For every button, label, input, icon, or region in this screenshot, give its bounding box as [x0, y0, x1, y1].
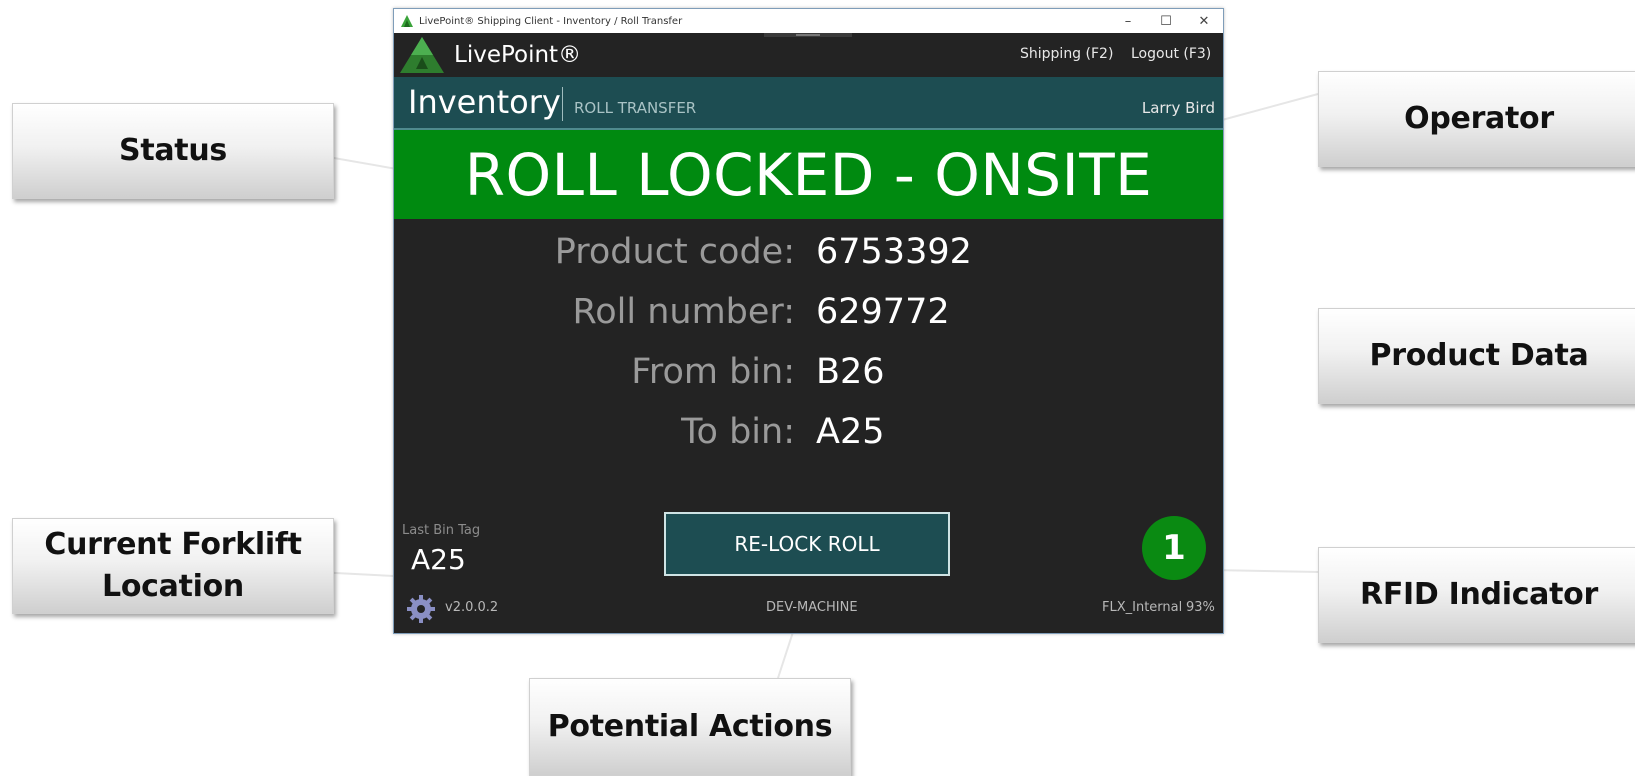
window-controls: – ☐ ✕: [1109, 9, 1223, 33]
field-value: A25: [816, 412, 885, 452]
shipping-link[interactable]: Shipping (F2): [1020, 46, 1113, 62]
callout-status: Status: [12, 103, 334, 199]
close-button[interactable]: ✕: [1185, 9, 1223, 33]
field-label: To bin:: [681, 412, 795, 452]
callout-potential-actions: Potential Actions: [529, 678, 851, 776]
drag-grip[interactable]: [764, 33, 852, 37]
status-banner: ROLL LOCKED - ONSITE: [394, 130, 1223, 219]
operator-name: Larry Bird: [1141, 99, 1215, 117]
window-title: LivePoint® Shipping Client - Inventory /…: [419, 15, 683, 27]
app-header: LivePoint® Shipping (F2) Logout (F3): [394, 33, 1223, 77]
maximize-button[interactable]: ☐: [1147, 9, 1185, 33]
machine-name: DEV-MACHINE: [766, 600, 858, 615]
callout-product-data: Product Data: [1318, 308, 1635, 404]
brand-name: LivePoint®: [454, 42, 582, 68]
logout-link[interactable]: Logout (F3): [1131, 46, 1211, 62]
field-value: 6753392: [816, 232, 972, 272]
field-label: Roll number:: [572, 292, 795, 332]
field-to-bin: To bin: A25: [394, 407, 1223, 457]
module-header: Inventory ROLL TRANSFER Larry Bird: [394, 77, 1223, 130]
window-titlebar[interactable]: LivePoint® Shipping Client - Inventory /…: [394, 9, 1223, 33]
relock-roll-button[interactable]: RE-LOCK ROLL: [664, 512, 950, 576]
callout-forklift-location: Current Forklift Location: [12, 518, 334, 614]
field-product-code: Product code: 6753392: [394, 227, 1223, 277]
livepoint-logo-icon: [401, 15, 413, 27]
field-value: 629772: [816, 292, 950, 332]
battery-level: 93%: [1186, 600, 1215, 615]
field-label: Product code:: [554, 232, 795, 272]
module-title: Inventory: [408, 83, 561, 121]
field-roll-number: Roll number: 629772: [394, 287, 1223, 337]
minimize-button[interactable]: –: [1109, 9, 1147, 33]
module-divider: [562, 87, 563, 121]
rfid-indicator: 1: [1142, 516, 1206, 580]
app-window: LivePoint® Shipping Client - Inventory /…: [393, 8, 1224, 634]
last-bin-tag-value: A25: [411, 543, 466, 576]
callout-rfid-indicator: RFID Indicator: [1318, 547, 1635, 643]
callout-forklift-line1: Current Forklift: [44, 527, 302, 562]
field-label: From bin:: [631, 352, 795, 392]
field-value: B26: [816, 352, 885, 392]
product-data-panel: Product code: 6753392 Roll number: 62977…: [394, 219, 1223, 631]
gear-icon[interactable]: [406, 594, 436, 624]
field-from-bin: From bin: B26: [394, 347, 1223, 397]
callout-forklift-line2: Location: [102, 569, 244, 604]
callout-operator: Operator: [1318, 71, 1635, 167]
module-subtitle: ROLL TRANSFER: [574, 99, 697, 117]
livepoint-brand-icon: [400, 37, 444, 73]
version-label: v2.0.0.2: [445, 600, 499, 615]
last-bin-tag-label: Last Bin Tag: [402, 523, 481, 538]
network-name: FLX_Internal: [1102, 600, 1183, 615]
